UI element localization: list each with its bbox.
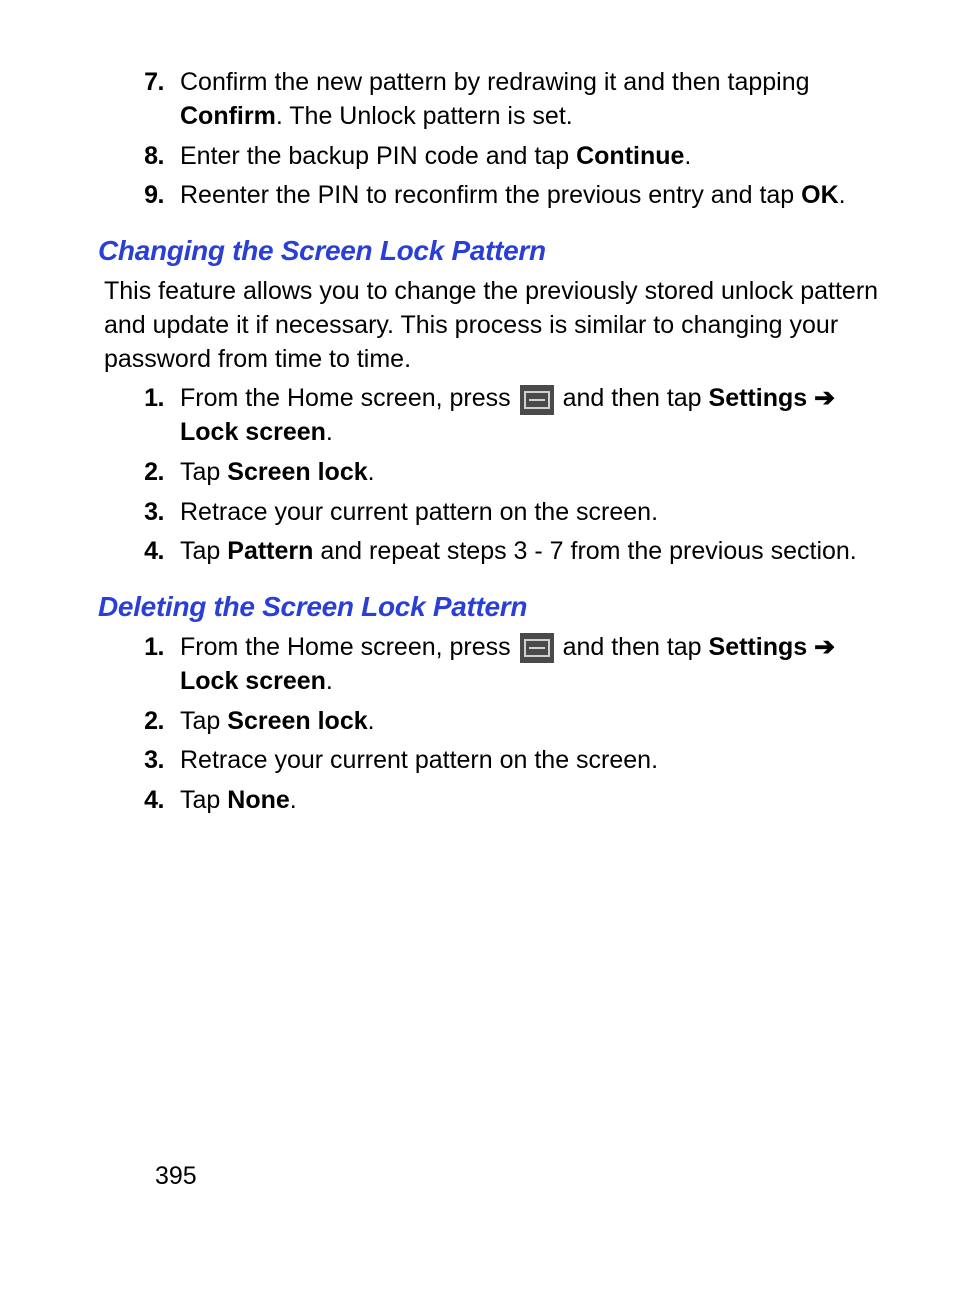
text-run: Pattern xyxy=(227,537,313,565)
step-number: 3. xyxy=(120,744,180,778)
step-body: Reenter the PIN to reconfirm the previou… xyxy=(180,179,894,213)
text-run: None xyxy=(227,786,290,814)
text-run: . xyxy=(290,786,297,814)
text-run: Screen lock xyxy=(227,707,367,735)
step-number: 2. xyxy=(120,456,180,490)
step-body: Retrace your current pattern on the scre… xyxy=(180,496,894,530)
step-item: 9.Reenter the PIN to reconfirm the previ… xyxy=(120,179,894,213)
step-item: 1.From the Home screen, press and then t… xyxy=(120,382,894,450)
step-number: 8. xyxy=(120,140,180,174)
step-number: 4. xyxy=(120,784,180,818)
step-item: 2.Tap Screen lock. xyxy=(120,456,894,490)
menu-icon xyxy=(520,385,554,415)
step-list-changing: 1.From the Home screen, press and then t… xyxy=(120,382,894,569)
text-run: Enter the backup PIN code and tap xyxy=(180,142,576,170)
text-run: . xyxy=(684,142,691,170)
step-body: Tap Screen lock. xyxy=(180,456,894,490)
text-run: ➔ xyxy=(814,384,835,412)
text-run: Lock screen xyxy=(180,667,326,695)
text-run: Retrace your current pattern on the scre… xyxy=(180,498,658,526)
step-list-deleting: 1.From the Home screen, press and then t… xyxy=(120,631,894,818)
step-item: 4.Tap Pattern and repeat steps 3 - 7 fro… xyxy=(120,535,894,569)
step-body: Tap Pattern and repeat steps 3 - 7 from … xyxy=(180,535,894,569)
text-run: Reenter the PIN to reconfirm the previou… xyxy=(180,181,801,209)
text-run: . xyxy=(368,707,375,735)
text-run: Screen lock xyxy=(227,458,367,486)
text-run: Continue xyxy=(576,142,684,170)
step-body: From the Home screen, press and then tap… xyxy=(180,631,894,699)
text-run: . xyxy=(839,181,846,209)
menu-icon xyxy=(520,633,554,663)
step-list-top: 7.Confirm the new pattern by redrawing i… xyxy=(120,66,894,213)
step-item: 8.Enter the backup PIN code and tap Cont… xyxy=(120,140,894,174)
text-run: Confirm the new pattern by redrawing it … xyxy=(180,68,810,96)
step-number: 1. xyxy=(120,382,180,416)
text-run: Tap xyxy=(180,537,227,565)
step-number: 1. xyxy=(120,631,180,665)
text-run: Tap xyxy=(180,458,227,486)
step-number: 7. xyxy=(120,66,180,100)
text-run: Tap xyxy=(180,707,227,735)
step-item: 3.Retrace your current pattern on the sc… xyxy=(120,744,894,778)
step-item: 1.From the Home screen, press and then t… xyxy=(120,631,894,699)
section-intro-changing: This feature allows you to change the pr… xyxy=(104,275,894,376)
page-number: 395 xyxy=(155,1162,197,1191)
text-run: and then tap xyxy=(556,633,709,661)
section-heading-deleting: Deleting the Screen Lock Pattern xyxy=(98,591,894,623)
text-run: Confirm xyxy=(180,102,276,130)
text-run: OK xyxy=(801,181,839,209)
text-run: Settings xyxy=(709,384,808,412)
step-number: 2. xyxy=(120,705,180,739)
step-body: Tap Screen lock. xyxy=(180,705,894,739)
text-run: ➔ xyxy=(814,633,835,661)
step-item: 7.Confirm the new pattern by redrawing i… xyxy=(120,66,894,134)
step-body: Enter the backup PIN code and tap Contin… xyxy=(180,140,894,174)
document-page: 7.Confirm the new pattern by redrawing i… xyxy=(0,0,954,1295)
text-run: From the Home screen, press xyxy=(180,384,518,412)
text-run: Lock screen xyxy=(180,418,326,446)
step-item: 4.Tap None. xyxy=(120,784,894,818)
step-number: 3. xyxy=(120,496,180,530)
step-item: 3.Retrace your current pattern on the sc… xyxy=(120,496,894,530)
text-run: . xyxy=(326,667,333,695)
text-run: and repeat steps 3 - 7 from the previous… xyxy=(313,537,856,565)
text-run: . xyxy=(368,458,375,486)
text-run: Tap xyxy=(180,786,227,814)
step-number: 4. xyxy=(120,535,180,569)
step-body: Retrace your current pattern on the scre… xyxy=(180,744,894,778)
step-item: 2.Tap Screen lock. xyxy=(120,705,894,739)
text-run: From the Home screen, press xyxy=(180,633,518,661)
section-heading-changing: Changing the Screen Lock Pattern xyxy=(98,235,894,267)
step-body: Tap None. xyxy=(180,784,894,818)
step-body: From the Home screen, press and then tap… xyxy=(180,382,894,450)
step-body: Confirm the new pattern by redrawing it … xyxy=(180,66,894,134)
text-run: Retrace your current pattern on the scre… xyxy=(180,746,658,774)
text-run: and then tap xyxy=(556,384,709,412)
step-number: 9. xyxy=(120,179,180,213)
text-run: Settings xyxy=(709,633,808,661)
text-run: . xyxy=(326,418,333,446)
text-run: . The Unlock pattern is set. xyxy=(276,102,573,130)
